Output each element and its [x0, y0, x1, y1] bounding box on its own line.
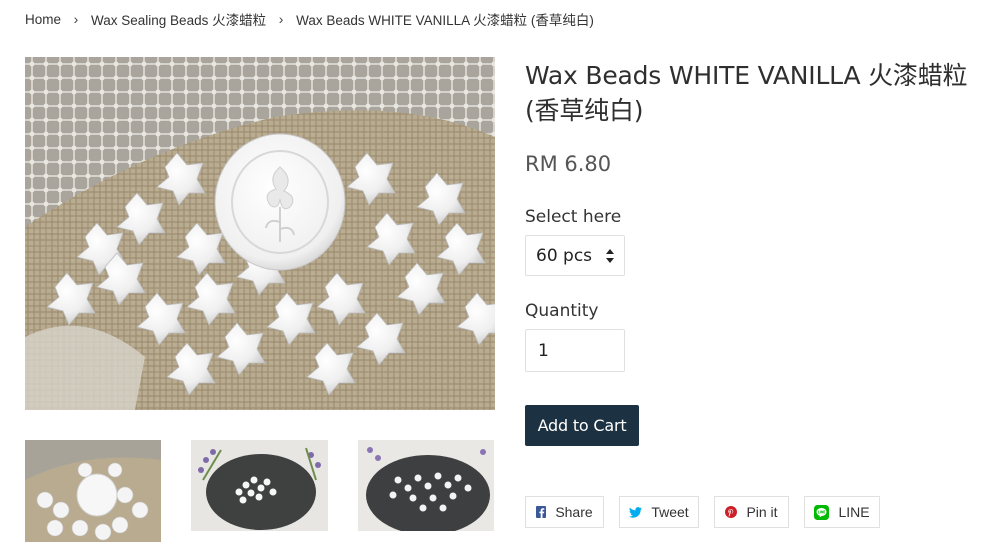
- breadcrumb-separator: ›: [278, 11, 284, 27]
- select-arrows-icon: [606, 249, 614, 263]
- share-label: Pin it: [746, 504, 778, 520]
- thumbnail-image: [191, 440, 328, 531]
- product-main-image[interactable]: [25, 57, 495, 410]
- product-thumbnail-2[interactable]: [191, 440, 328, 531]
- share-twitter-button[interactable]: Tweet: [619, 496, 699, 528]
- product-thumbnail-3[interactable]: [358, 440, 494, 531]
- product-thumbnail-1[interactable]: [25, 440, 161, 542]
- variant-select[interactable]: 60 pcs: [525, 235, 625, 276]
- share-pinterest-button[interactable]: Pin it: [714, 496, 789, 528]
- breadcrumb-current: Wax Beads WHITE VANILLA 火漆蜡粒 (香草纯白): [296, 13, 594, 28]
- breadcrumb: Home › Wax Sealing Beads 火漆蜡粒 › Wax Bead…: [25, 9, 594, 29]
- share-label: Tweet: [651, 504, 689, 520]
- pinterest-icon: [725, 506, 738, 518]
- breadcrumb-home-link[interactable]: Home: [25, 12, 61, 27]
- quantity-label: Quantity: [525, 301, 599, 321]
- share-label: Share: [555, 504, 593, 520]
- thumbnail-image: [358, 440, 494, 531]
- variant-select-value: 60 pcs: [536, 245, 593, 266]
- product-title: Wax Beads WHITE VANILLA 火漆蜡粒 (香草纯白): [525, 61, 968, 125]
- thumbnail-image: [25, 440, 161, 542]
- breadcrumb-separator: ›: [73, 11, 79, 27]
- variant-label: Select here: [525, 207, 622, 227]
- quantity-input[interactable]: [525, 329, 625, 372]
- twitter-icon: [629, 506, 643, 518]
- add-to-cart-button[interactable]: Add to Cart: [525, 405, 639, 446]
- share-facebook-button[interactable]: Share: [525, 496, 604, 528]
- facebook-icon: [536, 506, 547, 518]
- product-price: RM 6.80: [525, 152, 612, 176]
- line-icon: [814, 504, 830, 520]
- wax-beads-photo: [25, 57, 495, 410]
- breadcrumb-collection-link[interactable]: Wax Sealing Beads 火漆蜡粒: [91, 9, 266, 29]
- share-line-button[interactable]: LINE: [804, 496, 880, 528]
- share-label: LINE: [838, 504, 870, 520]
